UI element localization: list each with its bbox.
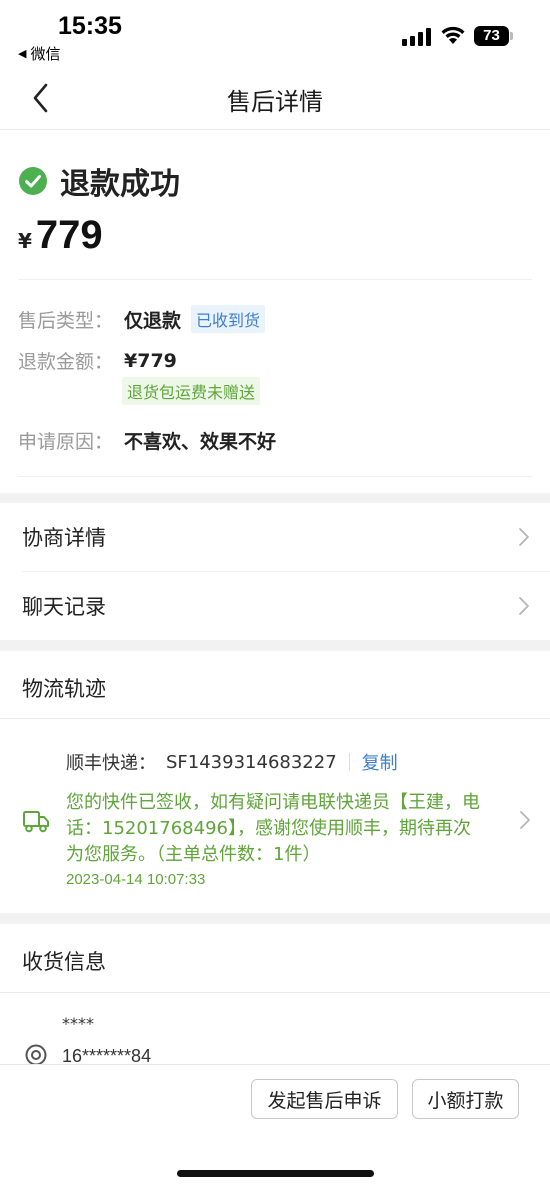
chevron-right-icon — [520, 811, 530, 829]
status-time: 15:35 — [58, 12, 122, 40]
battery-level: 73 — [474, 26, 509, 46]
aftersale-type-value: 仅退款 — [124, 309, 182, 332]
chat-history-label: 聊天记录 — [22, 595, 106, 619]
tracking-time: 2023-04-14 10:07:33 — [66, 871, 206, 888]
chat-history-row[interactable]: 聊天记录 — [0, 572, 550, 640]
navigation-bar: 售后详情 — [0, 68, 550, 130]
check-circle-icon — [19, 167, 47, 195]
section-gap — [0, 913, 550, 924]
back-triangle-icon: ◀ — [18, 47, 27, 60]
delivery-section-title: 收货信息 — [22, 950, 106, 974]
refund-amount-value: 779 — [35, 213, 103, 257]
refund-reason-value: 不喜欢、效果不好 — [124, 431, 277, 453]
aftersale-type-label: 售后类型： — [18, 309, 114, 332]
home-indicator[interactable] — [177, 1170, 374, 1177]
copy-tracking-button[interactable]: 复制 — [362, 749, 398, 775]
back-app-label: 微信 — [30, 45, 61, 63]
refund-reason-row: 申请原因： 不喜欢、效果不好 — [18, 427, 276, 454]
wifi-icon — [441, 26, 465, 44]
tracking-number: SF1439314683227 — [166, 751, 337, 773]
negotiation-details-label: 协商详情 — [22, 526, 106, 550]
refund-summary-card: 退款成功 ¥ 779 售后类型： 仅退款 已收到货 退款金额： ¥779 退货包… — [0, 131, 550, 493]
truck-icon — [23, 811, 49, 833]
refund-status: 退款成功 — [18, 159, 180, 203]
divider — [0, 718, 550, 719]
small-payment-button[interactable]: 小额打款 — [412, 1079, 519, 1119]
aftersale-appeal-button[interactable]: 发起售后申诉 — [251, 1079, 398, 1119]
status-bar: 15:35 ◀ 微信 73 — [0, 0, 550, 68]
refund-amount-label: 退款金额： — [18, 351, 114, 373]
logistics-section-title: 物流轨迹 — [22, 677, 106, 701]
page-title: 售后详情 — [227, 88, 323, 116]
received-goods-tag: 已收到货 — [191, 305, 266, 333]
location-pin-icon — [25, 1044, 47, 1066]
courier-label: 顺丰快递： — [66, 753, 156, 774]
chevron-right-icon — [519, 528, 529, 546]
currency-symbol: ¥ — [18, 229, 32, 253]
divider — [0, 992, 550, 993]
separator — [348, 753, 350, 771]
divider — [18, 279, 532, 280]
refund-amount-detail: ¥779 — [124, 349, 177, 372]
section-gap — [0, 493, 550, 503]
refund-amount: ¥ 779 — [18, 213, 103, 258]
tracking-message: 您的快件已签收，如有疑问请电联快递员【王建，电话：15201768496】，感谢… — [66, 792, 480, 865]
chevron-right-icon — [519, 597, 529, 615]
shipping-insurance-tag: 退货包运费未赠送 — [122, 377, 261, 405]
battery-icon: 73 — [474, 26, 514, 46]
section-gap — [0, 640, 550, 651]
recipient-name: **** — [62, 1014, 94, 1033]
negotiation-details-row[interactable]: 协商详情 — [0, 503, 550, 571]
back-to-app-link[interactable]: ◀ 微信 — [18, 43, 60, 64]
refund-reason-label: 申请原因： — [18, 431, 114, 453]
refund-amount-row: 退款金额： ¥779 — [18, 347, 177, 374]
divider — [18, 476, 532, 477]
courier-info: 顺丰快递： SF1439314683227 复制 — [66, 749, 398, 775]
refund-status-text: 退款成功 — [60, 167, 180, 202]
aftersale-type-row: 售后类型： 仅退款 已收到货 — [18, 305, 266, 333]
cellular-signal-icon — [402, 28, 431, 46]
